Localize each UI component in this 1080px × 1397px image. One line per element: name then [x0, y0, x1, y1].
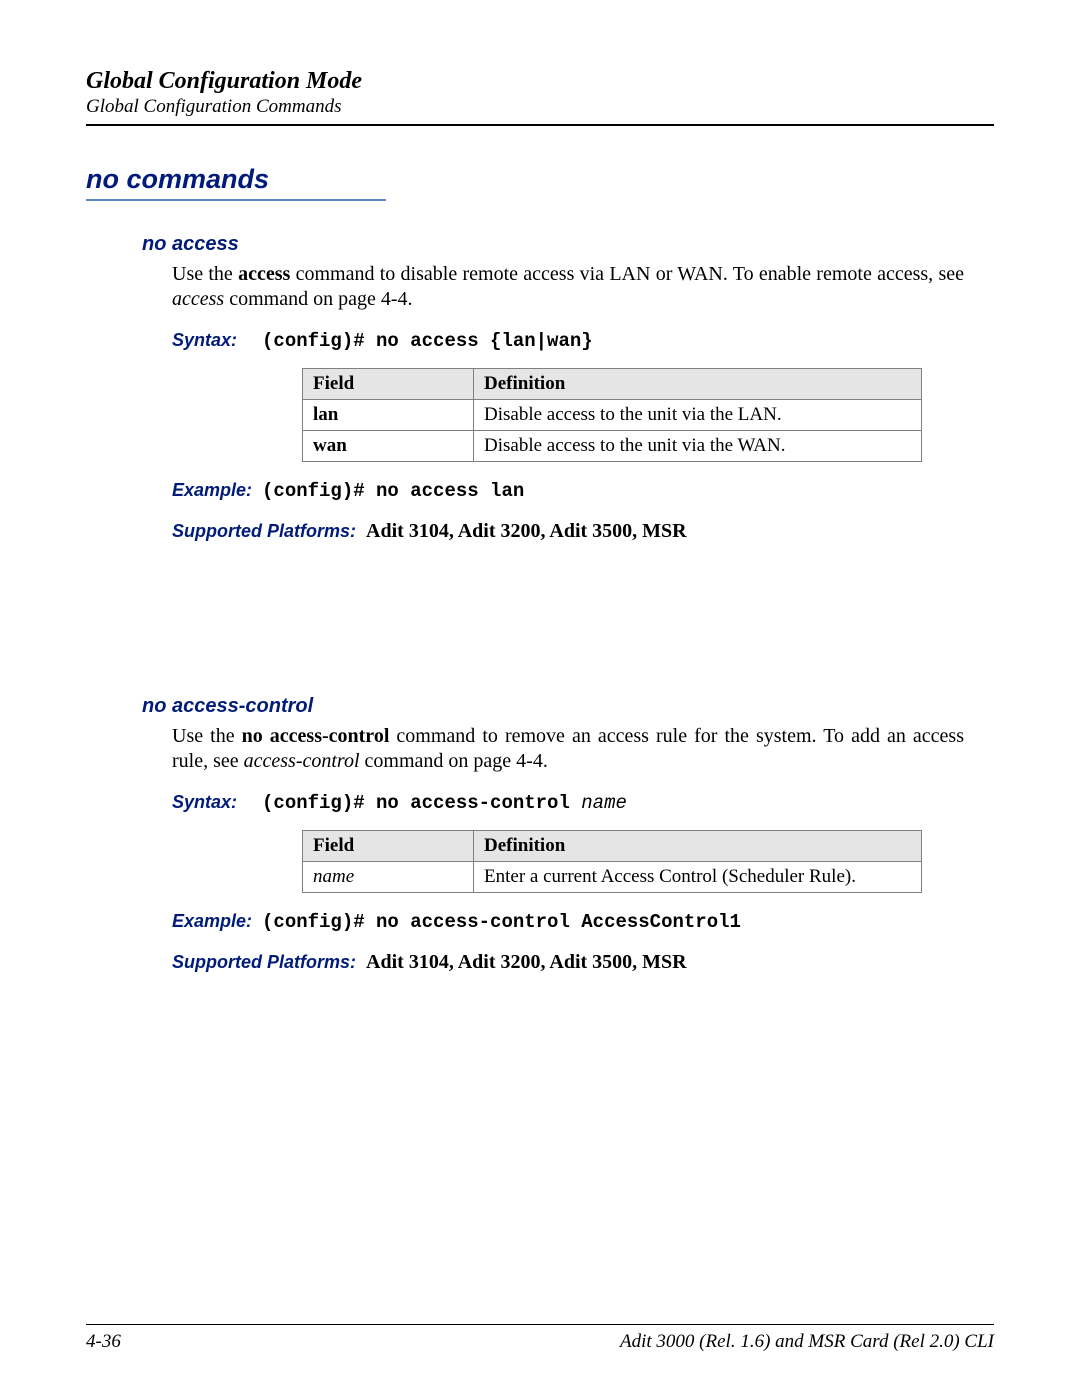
page-footer: 4-36 Adit 3000 (Rel. 1.6) and MSR Card (… [86, 1324, 994, 1353]
header-title: Global Configuration Mode [86, 68, 994, 94]
ref-italic: access-control [244, 750, 360, 772]
table-row: wan Disable access to the unit via the W… [303, 431, 922, 462]
col-field: Field [303, 369, 474, 400]
spacer [86, 543, 994, 663]
field-name: name [303, 862, 474, 893]
fields-table: Field Definition lan Disable access to t… [302, 368, 922, 462]
platforms-label: Supported Platforms: [172, 521, 356, 542]
example-label: Example: [172, 480, 257, 501]
header-subtitle: Global Configuration Commands [86, 96, 994, 118]
field-def: Disable access to the unit via the WAN. [474, 431, 922, 462]
header-rule [86, 124, 994, 126]
example-code: (config)# no access lan [262, 480, 524, 502]
document-page: Global Configuration Mode Global Configu… [0, 0, 1080, 1397]
field-name: lan [303, 400, 474, 431]
text: command on page 4-4. [360, 750, 548, 772]
syntax-arg: name [581, 792, 627, 814]
command-name: no access-control [242, 725, 390, 747]
footer-row: 4-36 Adit 3000 (Rel. 1.6) and MSR Card (… [86, 1331, 994, 1353]
syntax-row: Syntax: (config)# no access-control name [172, 792, 964, 814]
table-header-row: Field Definition [303, 369, 922, 400]
text: Use the [172, 725, 242, 747]
footer-doc-title: Adit 3000 (Rel. 1.6) and MSR Card (Rel 2… [620, 1331, 994, 1353]
syntax-code: (config)# no access {lan|wan} [262, 330, 593, 352]
text: Adit 3104, Adit 3200, Adit 3500, MSR [366, 520, 687, 542]
platforms-label: Supported Platforms: [172, 952, 356, 973]
table-row: lan Disable access to the unit via the L… [303, 400, 922, 431]
intro-paragraph: Use the access command to disable remote… [172, 262, 964, 312]
table-row: name Enter a current Access Control (Sch… [303, 862, 922, 893]
intro-paragraph: Use the no access-control command to rem… [172, 724, 964, 774]
page-header: Global Configuration Mode Global Configu… [86, 68, 994, 126]
syntax-label: Syntax: [172, 792, 257, 813]
h2-no-access-control: no access-control [142, 695, 994, 718]
h2-no-access: no access [142, 233, 994, 256]
example-label: Example: [172, 911, 257, 932]
syntax-row: Syntax: (config)# no access {lan|wan} [172, 330, 964, 352]
col-definition: Definition [474, 831, 922, 862]
ref-italic: access [172, 288, 224, 310]
command-name: access [238, 263, 290, 285]
platforms-value: Adit 3104, Adit 3200, Adit 3500, MSR [361, 520, 687, 542]
platforms-row: Supported Platforms: Adit 3104, Adit 320… [172, 951, 964, 974]
field-name: wan [303, 431, 474, 462]
example-row: Example: (config)# no access-control Acc… [172, 911, 964, 933]
page-number: 4-36 [86, 1331, 121, 1353]
example-row: Example: (config)# no access lan [172, 480, 964, 502]
field-def: Disable access to the unit via the LAN. [474, 400, 922, 431]
text: Adit 3104, Adit 3200, Adit 3500, MSR [366, 951, 687, 973]
fields-table: Field Definition name Enter a current Ac… [302, 830, 922, 893]
footer-rule [86, 1324, 994, 1325]
table-header-row: Field Definition [303, 831, 922, 862]
syntax-label: Syntax: [172, 330, 257, 351]
h1-no-commands: no commands [86, 164, 386, 201]
syntax-code: (config)# no access-control [262, 792, 581, 814]
platforms-row: Supported Platforms: Adit 3104, Adit 320… [172, 520, 964, 543]
section-no-access-control: no access-control Use the no access-cont… [142, 695, 994, 974]
text: Use the [172, 263, 238, 285]
col-definition: Definition [474, 369, 922, 400]
col-field: Field [303, 831, 474, 862]
platforms-value: Adit 3104, Adit 3200, Adit 3500, MSR [361, 951, 687, 973]
text: command to disable remote access via LAN… [290, 263, 964, 285]
text: command on page 4-4. [224, 288, 412, 310]
section-no-access: no access Use the access command to disa… [142, 233, 994, 543]
example-code: (config)# no access-control AccessContro… [262, 911, 741, 933]
field-def: Enter a current Access Control (Schedule… [474, 862, 922, 893]
